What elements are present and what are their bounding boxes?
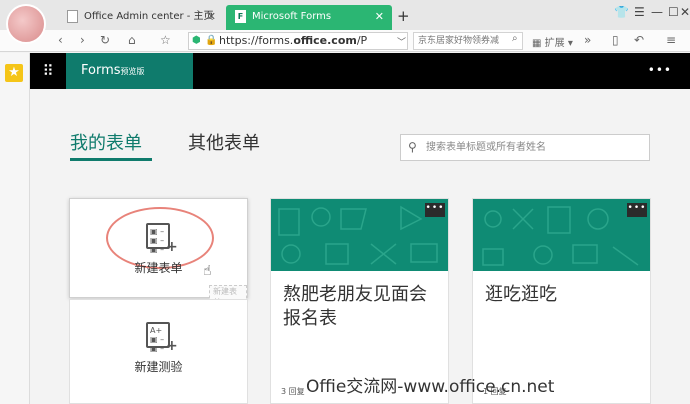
hand-cursor-icon: ☝ [203,263,212,279]
response-count: 3 回复 [281,387,305,396]
reload-icon[interactable]: ↻ [100,33,110,47]
extensions-label: 扩展 [544,38,565,49]
url-prefix: https://forms. [219,34,294,47]
profile-avatar[interactable] [6,4,46,44]
chevron-down-icon[interactable]: ﹀ [397,35,406,48]
new-form-label: 新建表单 [134,261,183,275]
card-header-pattern: ••• [473,199,650,271]
favorites-star-icon[interactable]: ★ [5,64,23,82]
back-icon[interactable]: ‹ [58,33,63,47]
undo-icon[interactable]: ↶ [634,33,644,47]
search-icon[interactable]: ⌕ [512,33,518,44]
tab-other-forms[interactable]: 其他表单 [188,129,260,155]
form-title: 逛吃逛吃 [485,284,557,305]
tab-my-forms[interactable]: 我的表单 [70,129,142,155]
side-panel: ★ [0,53,30,404]
url-input[interactable]: ⬢ 🔒 https://forms.office.com/P [188,32,408,50]
app-launcher-icon[interactable]: ⠿ [30,53,66,89]
card-more-icon[interactable]: ••• [425,203,445,217]
phone-icon[interactable]: ▯ [612,33,619,47]
address-bar-row: ‹ › ↻ ⌂ ☆ ⬢ 🔒 https://forms.office.com/P… [0,30,690,52]
brand-sub: 预览版 [120,67,145,76]
search-suggestion: 京东居家好物领券减 [418,36,500,46]
watermark-text: Offie交流网-www.office.cn.net [306,377,555,397]
plus-icon: + [166,338,178,354]
shield-icon: ⬢ [192,35,201,46]
active-tab-underline [70,158,152,161]
menu-icon[interactable]: ☰ [634,5,645,19]
forward-icon[interactable]: › [80,33,85,47]
search-placeholder: 搜索表单标题或所有者姓名 [426,142,546,153]
decorative-pattern-icon [278,205,438,265]
forms-search-input[interactable]: ⚲ 搜索表单标题或所有者姓名 [400,134,650,161]
shirt-icon[interactable]: 👕 [614,5,629,19]
tab-title: Office Admin center - 主页 [84,11,214,22]
new-form-button[interactable]: ▣ –▣ –▣ – + 新建表单 ☝ 新建表单 [69,198,248,309]
more-arrows-icon[interactable]: » [584,33,591,47]
extensions-button[interactable]: ▦ 扩展 ▾ [532,34,573,49]
new-quiz-label: 新建测验 [134,360,183,374]
url-suffix: /P [356,34,368,47]
brand-name: Forms [81,63,121,78]
card-more-icon[interactable]: ••• [627,203,647,217]
browser-search-input[interactable]: 京东居家好物领券减 [413,32,523,50]
maximize-icon[interactable]: ☐ [668,5,679,19]
url-domain: office.com [293,34,357,47]
tab-office-admin[interactable]: Office Admin center - 主页 ✕ [58,5,224,30]
minimize-icon[interactable]: — [651,5,663,19]
tab-title: Microsoft Forms [252,11,332,22]
decorative-pattern-icon [482,206,639,266]
forms-brand[interactable]: Forms预览版 [66,53,193,89]
bookmark-star-icon[interactable]: ☆ [160,33,171,47]
forms-header: ⠿ Forms预览版 ••• [30,53,690,89]
new-quiz-button[interactable]: A+ ▣ – ▣ – + 新建测验 [69,299,248,404]
new-tab-button[interactable]: + [397,7,410,25]
tab-microsoft-forms[interactable]: F Microsoft Forms ✕ [226,5,392,30]
lock-icon: 🔒 [205,35,218,46]
search-icon: ⚲ [408,140,417,154]
close-icon[interactable]: ✕ [375,5,384,28]
forms-icon: F [235,10,246,23]
page-icon [67,10,78,23]
form-title: 熬肥老朋友见面会报名表 [283,284,427,329]
browser-menu-icon[interactable]: ≡ [666,33,676,47]
more-options-icon[interactable]: ••• [648,53,672,87]
close-icon[interactable]: ✕ [207,5,216,28]
card-header-pattern: ••• [271,199,448,271]
home-icon[interactable]: ⌂ [128,33,136,47]
plus-icon: + [166,239,178,255]
forms-content: 我的表单 其他表单 ⚲ 搜索表单标题或所有者姓名 ▣ – ▣ – ▣ – + 新建表… [31,89,690,404]
close-window-icon[interactable]: ✕ [680,5,690,19]
browser-tab-strip: Office Admin center - 主页 ✕ F Microsoft F… [0,0,690,30]
